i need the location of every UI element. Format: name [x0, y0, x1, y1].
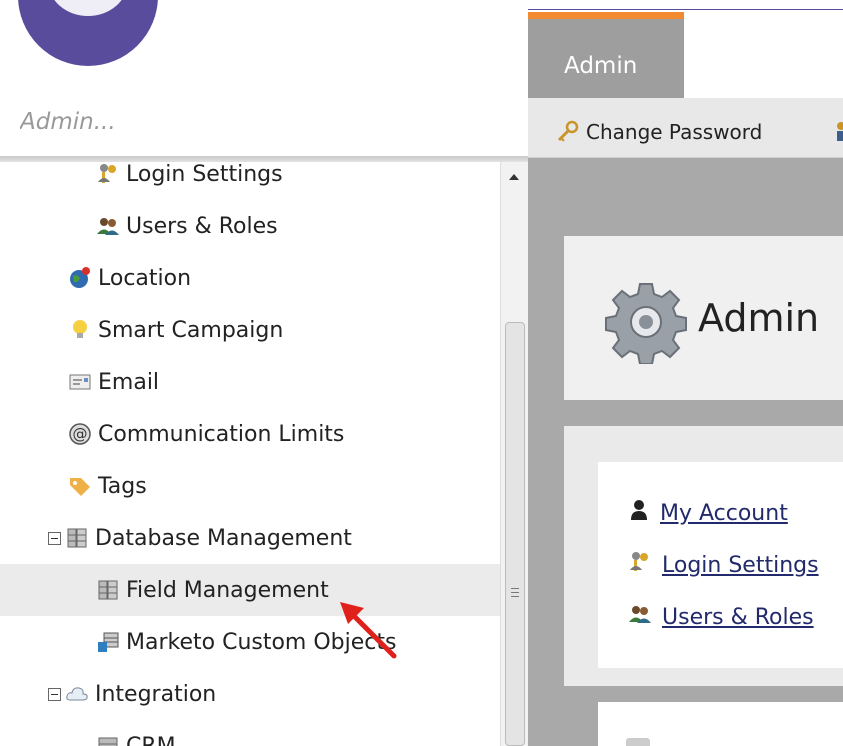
- scroll-thumb[interactable]: [505, 322, 525, 746]
- tree-item-label: Users & Roles: [126, 213, 278, 239]
- tree-item-label: Smart Campaign: [98, 317, 284, 343]
- users-roles-link[interactable]: Users & Roles: [662, 605, 814, 630]
- link-my-account[interactable]: My Account: [628, 498, 788, 528]
- login-settings-link[interactable]: Login Settings: [662, 553, 819, 578]
- scroll-up-arrow-icon[interactable]: [509, 174, 519, 180]
- scroll-grip-icon: [511, 588, 519, 597]
- crm-icon: [96, 734, 120, 746]
- tree-item-email[interactable]: Email: [0, 356, 500, 408]
- collapse-toggle-icon[interactable]: [48, 531, 61, 545]
- tree-item-label: Location: [98, 265, 192, 291]
- tab-label: Admin: [564, 53, 638, 79]
- tree-item-marketo-custom-objects[interactable]: Marketo Custom Objects: [0, 616, 500, 668]
- tree-item-crm[interactable]: CRM: [0, 720, 500, 746]
- tree-item-location[interactable]: Location: [0, 252, 500, 304]
- admin-tree-nav: Login Settings Users & Roles Location Sm…: [0, 162, 500, 746]
- annotation-arrow-icon: [336, 596, 406, 666]
- partial-icon: [626, 738, 650, 746]
- tree-item-integration[interactable]: Integration: [0, 668, 500, 720]
- key-user-icon: [96, 162, 120, 186]
- at-sign-icon: @: [68, 422, 92, 446]
- email-icon: [68, 370, 92, 394]
- globe-icon: [68, 266, 92, 290]
- change-password-label: Change Password: [586, 120, 763, 144]
- cloud-icon: [65, 682, 89, 706]
- tree-item-label: Database Management: [95, 525, 352, 551]
- tree-scrollbar[interactable]: [500, 162, 528, 746]
- database-icon: [96, 578, 120, 602]
- tree-item-label: Email: [98, 369, 160, 395]
- tree-item-login-settings[interactable]: Login Settings: [0, 162, 500, 200]
- tree-item-label: Login Settings: [126, 162, 283, 187]
- link-login-settings[interactable]: Login Settings: [628, 550, 819, 580]
- database-icon: [65, 526, 89, 550]
- tree-item-label: Communication Limits: [98, 421, 345, 447]
- key-user-icon: [628, 550, 652, 580]
- page-title: Admin: [698, 296, 820, 340]
- svg-text:@: @: [73, 425, 88, 443]
- admin-search-input[interactable]: [20, 104, 500, 140]
- left-header: [0, 0, 528, 158]
- user-icon: [628, 498, 650, 528]
- link-users-roles[interactable]: Users & Roles: [628, 602, 814, 632]
- tree-item-smart-campaign[interactable]: Smart Campaign: [0, 304, 500, 356]
- change-password-button[interactable]: Change Password: [556, 120, 762, 144]
- key-icon: [556, 120, 580, 144]
- users-icon: [96, 214, 120, 238]
- my-account-link[interactable]: My Account: [660, 501, 788, 526]
- tree-item-tags[interactable]: Tags: [0, 460, 500, 512]
- custom-objects-icon: [96, 630, 120, 654]
- tree-item-label: Integration: [95, 681, 217, 707]
- tag-icon: [68, 474, 92, 498]
- tree-item-field-management[interactable]: Field Management: [0, 564, 500, 616]
- tree-item-communication-limits[interactable]: @ Communication Limits: [0, 408, 500, 460]
- toolbar: Change Password: [528, 98, 843, 158]
- logo-inner-shape: [48, 0, 128, 16]
- collapse-toggle-icon[interactable]: [48, 687, 61, 701]
- lightbulb-icon: [68, 318, 92, 342]
- tree-item-label: Field Management: [126, 577, 329, 603]
- tree-item-label: Tags: [98, 473, 147, 499]
- gear-icon: [604, 280, 688, 365]
- tree-item-database-management[interactable]: Database Management: [0, 512, 500, 564]
- next-toolbar-item-icon[interactable]: [834, 120, 843, 141]
- users-icon: [628, 602, 652, 632]
- marketo-logo[interactable]: [18, 0, 158, 66]
- tree-item-label: CRM: [126, 733, 176, 746]
- tree-item-users-roles[interactable]: Users & Roles: [0, 200, 500, 252]
- tab-admin[interactable]: Admin: [528, 12, 684, 98]
